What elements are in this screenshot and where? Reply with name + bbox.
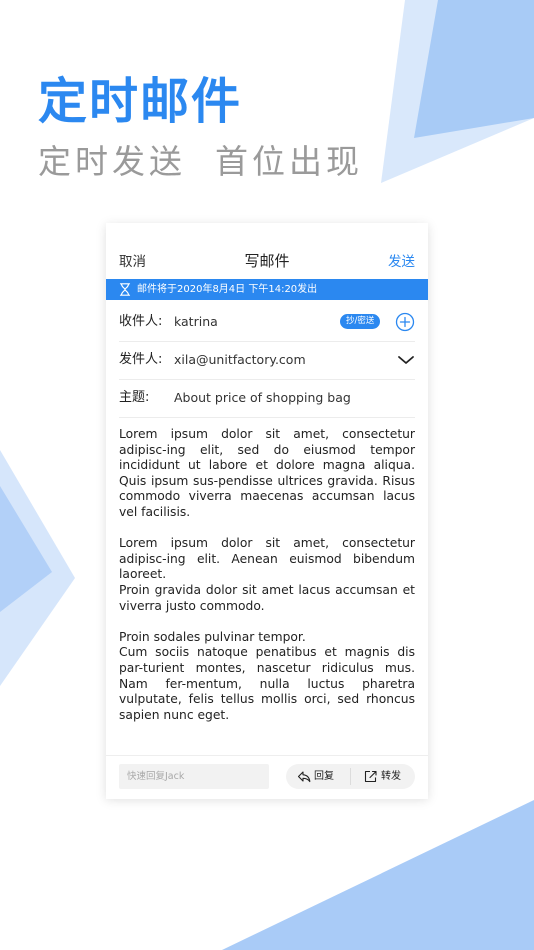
body-paragraph: Proin gravida dolor sit amet lacus accum…: [119, 582, 415, 613]
page-title: 写邮件: [244, 252, 290, 270]
sender-row[interactable]: 发件人: xila@unitfactory.com: [119, 341, 415, 380]
quick-reply-input[interactable]: [119, 764, 269, 789]
reply-label: 回复: [314, 771, 334, 782]
subject-row[interactable]: 主题: About price of shopping bag: [119, 379, 415, 418]
message-body[interactable]: Lorem ipsum dolor sit amet, consectetur …: [119, 427, 415, 739]
compose-nav-bar: 取消 写邮件 发送: [106, 223, 428, 279]
reply-arrow-icon: [297, 771, 311, 783]
subject-field[interactable]: About price of shopping bag: [174, 389, 351, 407]
promo-subheadline: 定时发送 首位出现: [38, 142, 363, 181]
recipient-row[interactable]: 收件人: katrina 抄/密送: [119, 303, 415, 342]
sender-field[interactable]: xila@unitfactory.com: [174, 351, 306, 369]
body-paragraph: Proin sodales pulvinar tempor.: [119, 629, 306, 644]
promo-headline: 定时邮件: [38, 73, 243, 130]
quick-reply-bar: 回复 转发: [106, 755, 428, 799]
sender-label: 发件人:: [119, 352, 163, 367]
chevron-down-icon[interactable]: [397, 352, 415, 368]
forward-label: 转发: [381, 771, 401, 782]
schedule-banner: 邮件将于2020年8月4日 下午14:20发出: [106, 279, 428, 300]
send-button[interactable]: 发送: [388, 253, 415, 271]
plus-circle-icon[interactable]: [395, 312, 415, 332]
decor-shape-bottom-right: [222, 800, 534, 950]
body-paragraph: Lorem ipsum dolor sit amet, consectetur …: [119, 536, 415, 582]
cc-bcc-button[interactable]: 抄/密送: [340, 314, 381, 329]
compose-mail-screen: 取消 写邮件 发送 邮件将于2020年8月4日 下午14:20发出 收件人: k…: [106, 223, 428, 799]
reply-forward-group: 回复 转发: [286, 764, 415, 789]
forward-share-icon: [364, 770, 377, 783]
body-paragraph: Cum sociis natoque penatibus et magnis d…: [119, 645, 415, 722]
forward-button[interactable]: 转发: [351, 764, 415, 789]
body-paragraph: Lorem ipsum dolor sit amet, consectetur …: [119, 427, 415, 519]
hourglass-icon: [119, 283, 131, 296]
reply-button[interactable]: 回复: [286, 764, 350, 789]
schedule-banner-text: 邮件将于2020年8月4日 下午14:20发出: [137, 284, 318, 295]
recipient-field[interactable]: katrina: [174, 313, 218, 331]
subject-label: 主题:: [119, 390, 150, 405]
recipient-label: 收件人:: [119, 314, 163, 329]
